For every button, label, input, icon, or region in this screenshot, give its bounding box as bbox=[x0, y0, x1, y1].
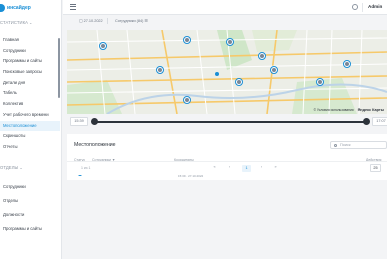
sidebar-item-location[interactable]: Местоположение bbox=[0, 120, 60, 132]
app: инсайдер СТАТИСТИКА⌄ Главная Сотрудники … bbox=[0, 0, 387, 259]
map-attribution: © Условия использования Яндекс Карты bbox=[314, 108, 384, 112]
first-page-button[interactable]: « bbox=[212, 165, 217, 169]
sidebar-item-employees[interactable]: Сотрудники bbox=[0, 46, 60, 57]
sidebar-item-day-details[interactable]: Детали дня bbox=[0, 78, 60, 89]
map-canvas bbox=[67, 30, 387, 114]
timeline: 15:39 17:07 bbox=[67, 116, 387, 128]
chevron-down-icon: ⌄ bbox=[19, 165, 23, 170]
topbar: Admin bbox=[63, 0, 387, 15]
section-departments[interactable]: ОТДЕЛЫ⌄ bbox=[0, 165, 23, 170]
time-slider-end-handle[interactable] bbox=[363, 118, 370, 125]
time-end-field[interactable]: 17:07 bbox=[372, 117, 387, 126]
map-brand: Яндекс Карты bbox=[357, 108, 384, 112]
date-filter-value: 27.10.2022 bbox=[83, 19, 103, 23]
logo-text: инсайдер bbox=[7, 5, 31, 11]
section-statistics[interactable]: СТАТИСТИКА⌄ bbox=[0, 20, 33, 25]
sidebar-item-programs-sites[interactable]: Программы и сайты bbox=[0, 222, 60, 236]
settings-icon[interactable] bbox=[352, 4, 358, 10]
sidebar-item-team[interactable]: Коллектив bbox=[0, 99, 60, 110]
menu-icon[interactable] bbox=[70, 4, 76, 10]
logo-mark-icon bbox=[0, 4, 5, 12]
logo[interactable]: инсайдер bbox=[0, 2, 31, 14]
time-slider-track[interactable] bbox=[92, 121, 368, 123]
sidebar-item-departments[interactable]: Отделы bbox=[0, 194, 60, 208]
last-page-button[interactable]: » bbox=[273, 165, 278, 169]
sidebar-item-reports[interactable]: Отчеты bbox=[0, 142, 60, 153]
sidebar-item-time-tracking[interactable]: Учет рабочего времени bbox=[0, 110, 60, 121]
sidebar-statistics-list: Главная Сотрудники Программы и сайты Пои… bbox=[0, 35, 60, 153]
search-input[interactable] bbox=[340, 142, 386, 148]
sidebar-scrollbar[interactable] bbox=[58, 38, 60, 98]
sidebar-item-home[interactable]: Главная bbox=[0, 35, 60, 46]
sidebar-item-positions[interactable]: Должности bbox=[0, 208, 60, 222]
user-name[interactable]: Admin bbox=[368, 4, 382, 9]
location-title: Местоположение bbox=[74, 142, 116, 148]
employees-filter[interactable]: Сотрудники (84) ☰ bbox=[115, 18, 148, 24]
sidebar-item-screenshots[interactable]: Скриншоты bbox=[0, 131, 60, 142]
sidebar: инсайдер СТАТИСТИКА⌄ Главная Сотрудники … bbox=[0, 0, 62, 259]
employees-filter-value: Сотрудники (84) bbox=[115, 19, 144, 23]
current-page[interactable]: 1 bbox=[242, 165, 251, 172]
sidebar-item-search-queries[interactable]: Поисковые запросы bbox=[0, 67, 60, 78]
map[interactable]: © Условия использования Яндекс Карты bbox=[67, 30, 387, 114]
per-page-select[interactable]: 25 bbox=[370, 164, 381, 172]
prev-page-button[interactable]: ‹ bbox=[227, 165, 232, 169]
topbar-divider bbox=[362, 3, 363, 12]
sidebar-item-timesheet[interactable]: Табель bbox=[0, 88, 60, 99]
pagination-total: 1 из 1 bbox=[81, 166, 91, 170]
search-box[interactable] bbox=[330, 141, 387, 149]
sidebar-departments-list: Сотрудники Отделы Должности Программы и … bbox=[0, 180, 60, 236]
section-departments-title: ОТДЕЛЫ bbox=[0, 165, 19, 170]
pagination: 1 из 1 « ‹ 1 › » 25 bbox=[67, 161, 387, 175]
section-statistics-title: СТАТИСТИКА bbox=[0, 20, 29, 25]
sidebar-item-programs[interactable]: Программы и сайты bbox=[0, 56, 60, 67]
search-icon bbox=[334, 143, 338, 147]
time-start-field[interactable]: 15:39 bbox=[70, 117, 88, 126]
time-slider-start-handle[interactable] bbox=[91, 118, 98, 125]
next-page-button[interactable]: › bbox=[259, 165, 264, 169]
date-filter[interactable]: ▢ 27.10.2022 bbox=[79, 18, 108, 24]
chevron-down-icon: ⌄ bbox=[29, 20, 33, 25]
map-terms-link[interactable]: © Условия использования bbox=[314, 108, 354, 112]
sidebar-item-staff[interactable]: Сотрудники bbox=[0, 180, 60, 194]
